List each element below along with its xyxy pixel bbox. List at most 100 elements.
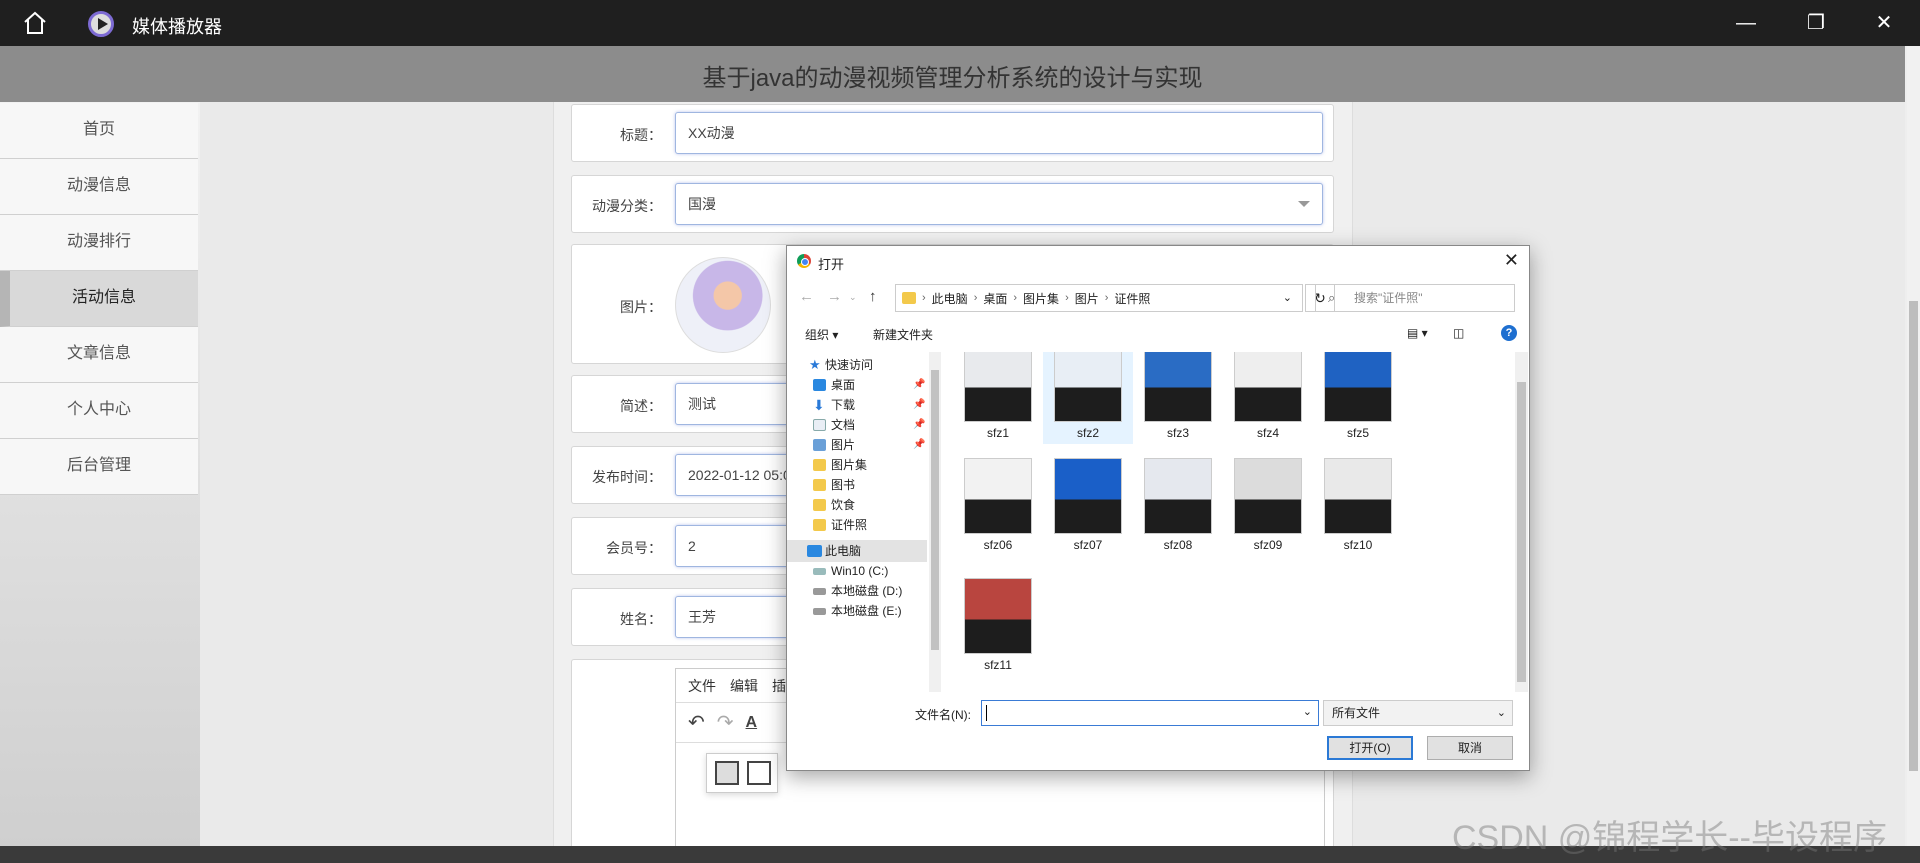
desktop-icon <box>813 379 826 391</box>
dialog-titlebar: 打开 ✕ <box>787 246 1529 276</box>
nav-pictures[interactable]: 图片 📌 <box>787 434 927 456</box>
redo-icon[interactable]: ↷ <box>717 710 734 735</box>
file-item[interactable]: sfz4 <box>1223 352 1313 440</box>
cancel-button[interactable]: 取消 <box>1427 736 1513 760</box>
sidebar: 首页 动漫信息 动漫排行 活动信息 文章信息 个人中心 后台管理 <box>0 103 198 495</box>
file-item[interactable]: sfz11 <box>953 578 1043 672</box>
uploaded-image[interactable] <box>675 257 771 353</box>
preview-pane-icon[interactable]: ◫ <box>1453 326 1464 340</box>
photo-thumbnail <box>964 458 1032 534</box>
breadcrumb-picture-sets[interactable]: 图片集 <box>1023 290 1059 307</box>
page-scrollbar-thumb[interactable] <box>1909 301 1918 771</box>
breadcrumb-id-photos[interactable]: 证件照 <box>1114 290 1150 307</box>
font-color-icon[interactable]: A <box>746 714 758 732</box>
navigation-scrollbar-thumb[interactable] <box>931 370 939 650</box>
nav-folder-food[interactable]: 饮食 <box>787 494 927 516</box>
breadcrumb-this-pc[interactable]: 此电脑 <box>932 290 968 307</box>
file-item[interactable]: sfz3 <box>1133 352 1223 440</box>
sidebar-item-anime-ranking[interactable]: 动漫排行 <box>0 215 198 271</box>
back-arrow-icon[interactable]: ← <box>799 288 814 305</box>
drive-icon <box>813 568 826 575</box>
window-title: 媒体播放器 <box>132 17 222 37</box>
nav-folder-picture-sets[interactable]: 图片集 <box>787 454 927 476</box>
chevron-down-icon[interactable]: ⌄ <box>1303 705 1312 718</box>
drive-icon <box>813 588 826 595</box>
help-icon[interactable]: ? <box>1501 325 1517 341</box>
folder-icon <box>813 499 826 511</box>
home-icon[interactable] <box>22 11 48 35</box>
organize-button[interactable]: 组织 ▾ <box>805 326 838 343</box>
nav-downloads[interactable]: ⬇ 下载 📌 <box>787 394 927 416</box>
pin-icon: 📌 <box>913 399 926 410</box>
folder-icon <box>902 292 916 304</box>
undo-icon[interactable]: ↶ <box>688 710 705 735</box>
file-item[interactable]: sfz1 <box>953 352 1043 440</box>
nav-desktop[interactable]: 桌面 📌 <box>787 374 927 396</box>
summary-label: 简述： <box>620 398 662 414</box>
photo-thumbnail <box>1054 458 1122 534</box>
table-insert-icon[interactable] <box>747 761 771 785</box>
filename-input[interactable]: ⌄ <box>981 700 1319 726</box>
breadcrumb-desktop[interactable]: 桌面 <box>983 290 1007 307</box>
photo-thumbnail <box>1144 352 1212 422</box>
folder-icon <box>813 519 826 531</box>
document-icon <box>813 419 826 431</box>
star-icon: ★ <box>809 357 821 372</box>
file-item[interactable]: sfz08 <box>1133 458 1223 552</box>
sidebar-item-admin[interactable]: 后台管理 <box>0 439 198 495</box>
window-titlebar: 媒体播放器 — ❐ ✕ <box>0 0 1920 46</box>
nav-drive-d[interactable]: 本地磁盘 (D:) <box>787 580 927 602</box>
category-select[interactable]: 国漫 <box>675 183 1323 225</box>
page-scrollbar[interactable] <box>1907 46 1920 846</box>
sidebar-item-home[interactable]: 首页 <box>0 103 198 159</box>
nav-this-pc[interactable]: 此电脑 <box>787 540 927 562</box>
minimize-button[interactable]: — <box>1735 12 1757 34</box>
close-button[interactable]: ✕ <box>1873 12 1895 34</box>
sidebar-item-activity-info[interactable]: 活动信息 <box>0 271 198 327</box>
nav-drive-c[interactable]: Win10 (C:) <box>787 560 927 582</box>
file-list: sfz1 sfz2 sfz3 sfz4 sfz5 sfz06 sfz07 sfz… <box>943 352 1513 692</box>
breadcrumb-pictures[interactable]: 图片 <box>1075 290 1099 307</box>
file-item[interactable]: sfz06 <box>953 458 1043 552</box>
sidebar-item-personal-center[interactable]: 个人中心 <box>0 383 198 439</box>
editor-menu-insert[interactable]: 插 <box>772 676 786 696</box>
file-item[interactable]: sfz09 <box>1223 458 1313 552</box>
editor-menu-edit[interactable]: 编辑 <box>730 676 758 696</box>
file-item[interactable]: sfz2 <box>1043 352 1133 444</box>
sidebar-item-article-info[interactable]: 文章信息 <box>0 327 198 383</box>
new-folder-button[interactable]: 新建文件夹 <box>873 326 933 343</box>
view-options-icon[interactable]: ▤ ▾ <box>1407 326 1428 340</box>
navigation-scrollbar[interactable] <box>929 352 941 692</box>
app-header: 基于java的动漫视频管理分析系统的设计与实现 <box>0 46 1905 102</box>
dialog-title: 打开 <box>818 257 845 272</box>
editor-quick-insert-popup <box>706 753 778 793</box>
forward-arrow-icon[interactable]: → <box>827 288 842 305</box>
address-bar[interactable]: › 此电脑 › 桌面 › 图片集 › 图片 › 证件照 ⌄ <box>895 284 1303 312</box>
nav-documents[interactable]: 文档 📌 <box>787 414 927 436</box>
file-type-select[interactable]: 所有文件 ⌄ <box>1323 700 1513 726</box>
title-label: 标题： <box>620 127 662 143</box>
nav-folder-books[interactable]: 图书 <box>787 474 927 496</box>
search-input[interactable]: ⌕ 搜索"证件照" <box>1315 284 1515 312</box>
restore-button[interactable]: ❐ <box>1805 12 1827 34</box>
dialog-close-button[interactable]: ✕ <box>1504 250 1519 271</box>
chevron-down-icon[interactable]: ⌄ <box>1283 291 1292 304</box>
photo-thumbnail <box>1324 458 1392 534</box>
file-item[interactable]: sfz10 <box>1313 458 1403 552</box>
title-input[interactable]: XX动漫 <box>675 112 1323 154</box>
image-insert-icon[interactable] <box>715 761 739 785</box>
file-list-scrollbar[interactable] <box>1515 352 1528 692</box>
search-placeholder: 搜索"证件照" <box>1354 291 1423 305</box>
up-arrow-icon[interactable]: ↑ <box>869 288 877 305</box>
nav-folder-id-photos[interactable]: 证件照 <box>787 514 927 536</box>
file-item[interactable]: sfz5 <box>1313 352 1403 440</box>
recent-dropdown-icon[interactable]: ⌄ <box>849 292 857 303</box>
file-list-scrollbar-thumb[interactable] <box>1517 382 1526 682</box>
member-label: 会员号： <box>606 540 662 556</box>
file-item[interactable]: sfz07 <box>1043 458 1133 552</box>
open-button[interactable]: 打开(O) <box>1327 736 1413 760</box>
editor-menu-file[interactable]: 文件 <box>688 676 716 696</box>
sidebar-item-anime-info[interactable]: 动漫信息 <box>0 159 198 215</box>
nav-drive-e[interactable]: 本地磁盘 (E:) <box>787 600 927 622</box>
nav-quick-access[interactable]: ★ 快速访问 <box>787 354 927 376</box>
